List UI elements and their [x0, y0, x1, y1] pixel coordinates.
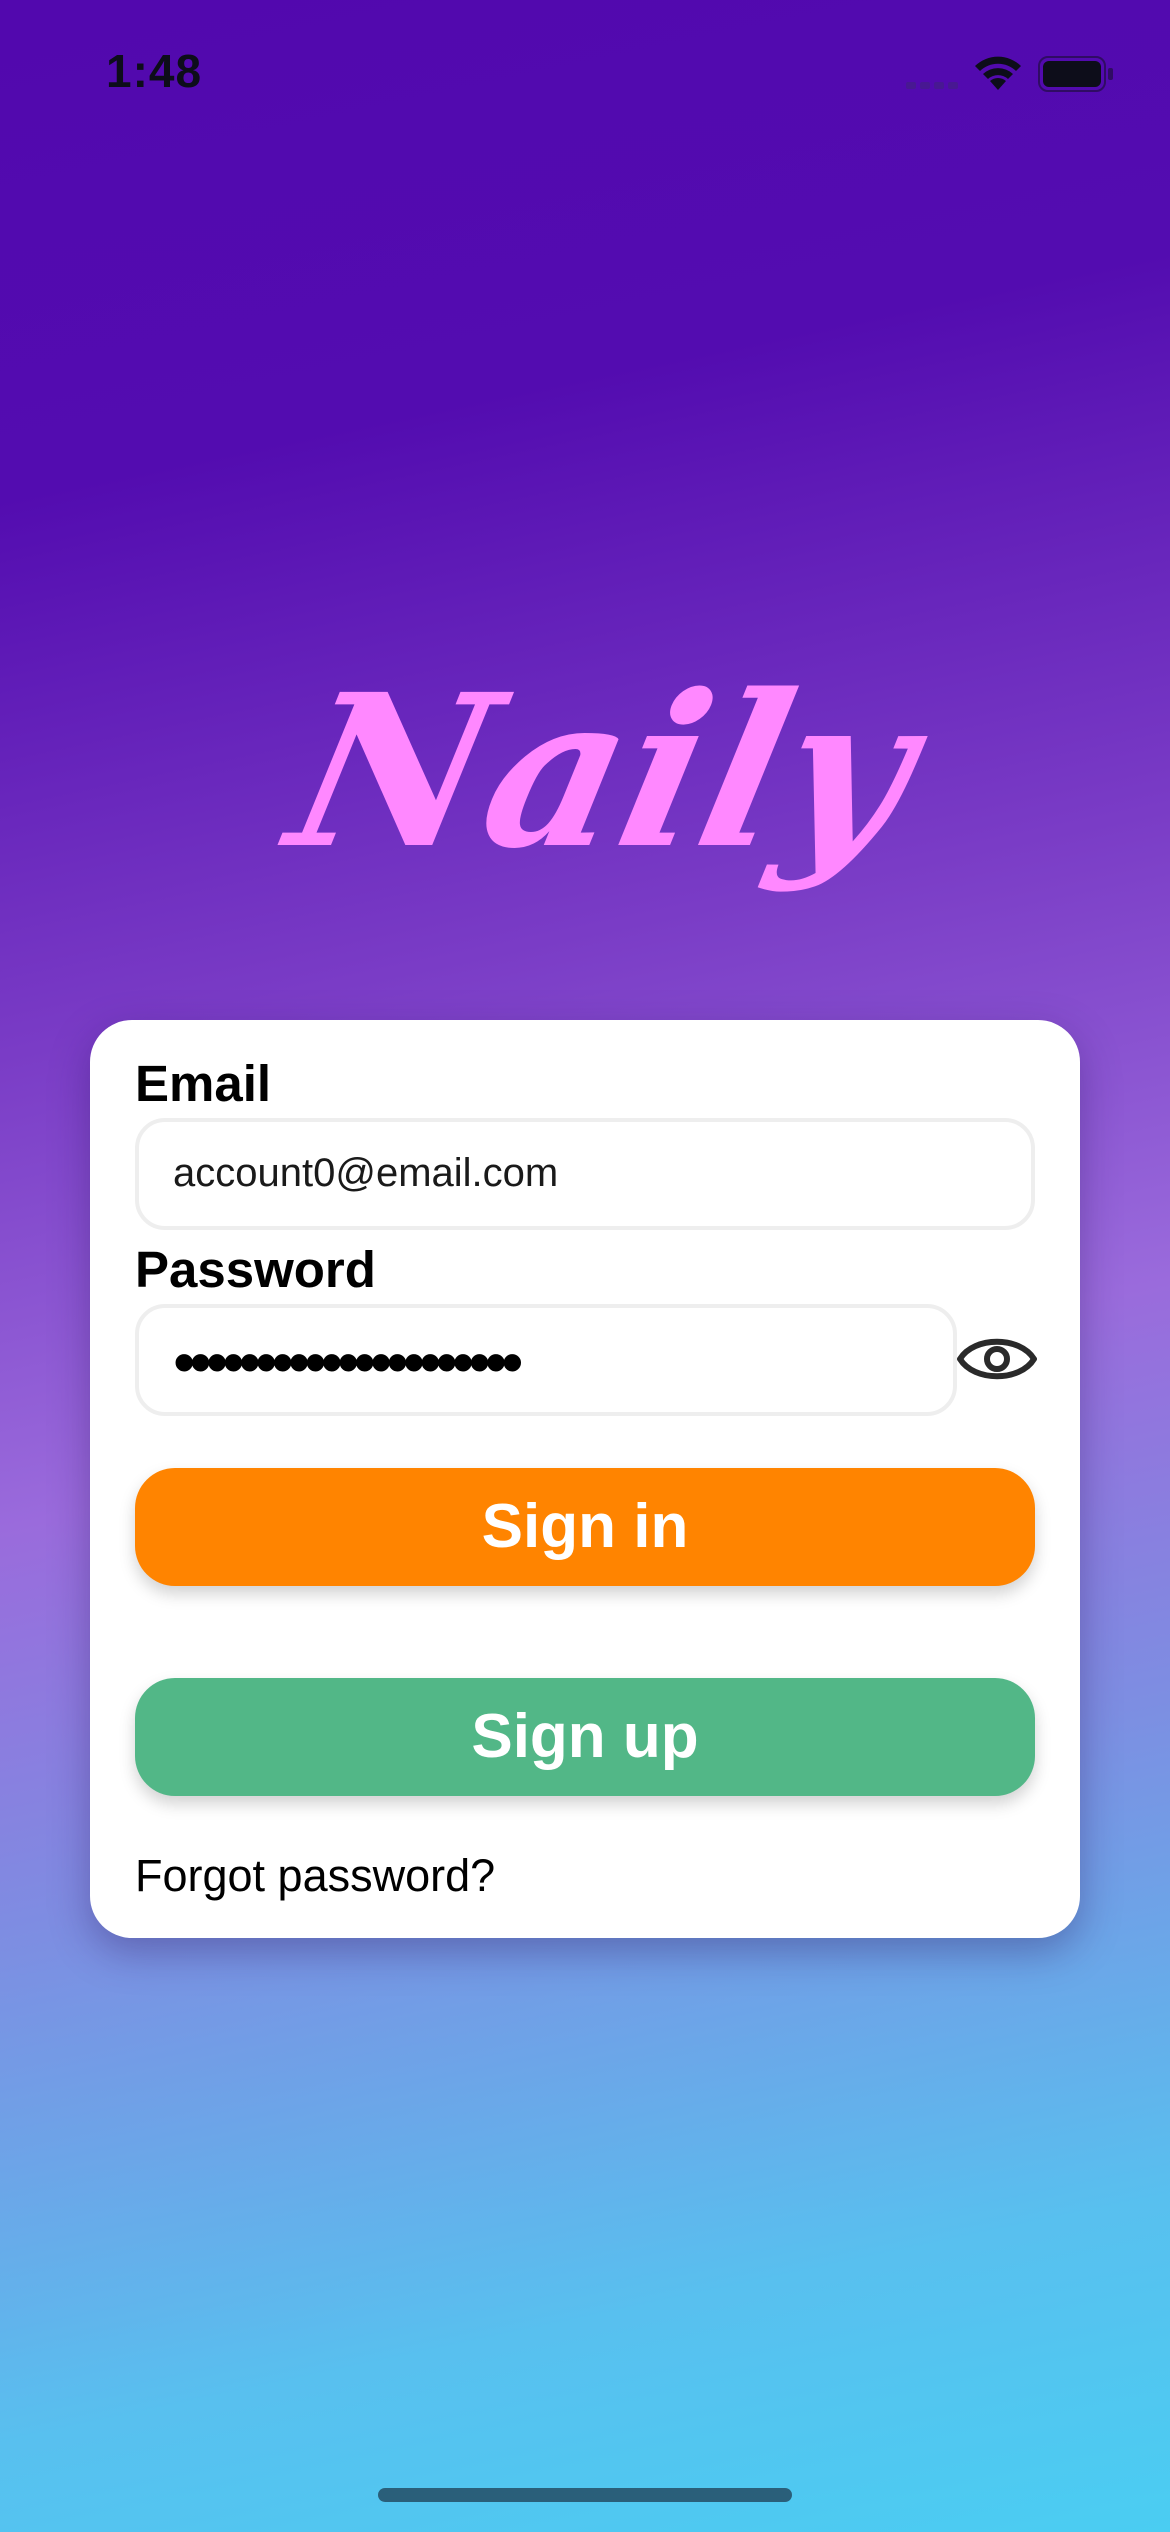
- sign-in-button[interactable]: Sign in: [135, 1468, 1035, 1586]
- login-card: Email account0@email.com Password ••••••…: [90, 1020, 1080, 1938]
- battery-icon: [1038, 56, 1113, 92]
- email-field-value: account0@email.com: [173, 1151, 559, 1195]
- password-field[interactable]: •••••••••••••••••••••: [135, 1304, 957, 1416]
- sign-up-button[interactable]: Sign up: [135, 1678, 1035, 1796]
- email-field[interactable]: account0@email.com: [135, 1118, 1035, 1230]
- wifi-icon: [975, 56, 1021, 90]
- eye-icon[interactable]: [956, 1326, 1038, 1392]
- cellular-signal-icon: [906, 82, 958, 89]
- password-field-value: •••••••••••••••••••••: [173, 1326, 524, 1398]
- password-label: Password: [135, 1241, 376, 1298]
- login-screen: 1:48 Naily Email account0@email.com Pass…: [0, 0, 1170, 2532]
- email-label: Email: [135, 1055, 272, 1112]
- status-time: 1:48: [106, 45, 203, 97]
- forgot-password-link[interactable]: Forgot password?: [135, 1850, 495, 1902]
- home-indicator[interactable]: [378, 2488, 792, 2502]
- status-bar: 1:48: [0, 0, 1170, 150]
- naily-logo-text: Naily: [266, 670, 946, 895]
- naily-logo: Naily: [266, 670, 946, 895]
